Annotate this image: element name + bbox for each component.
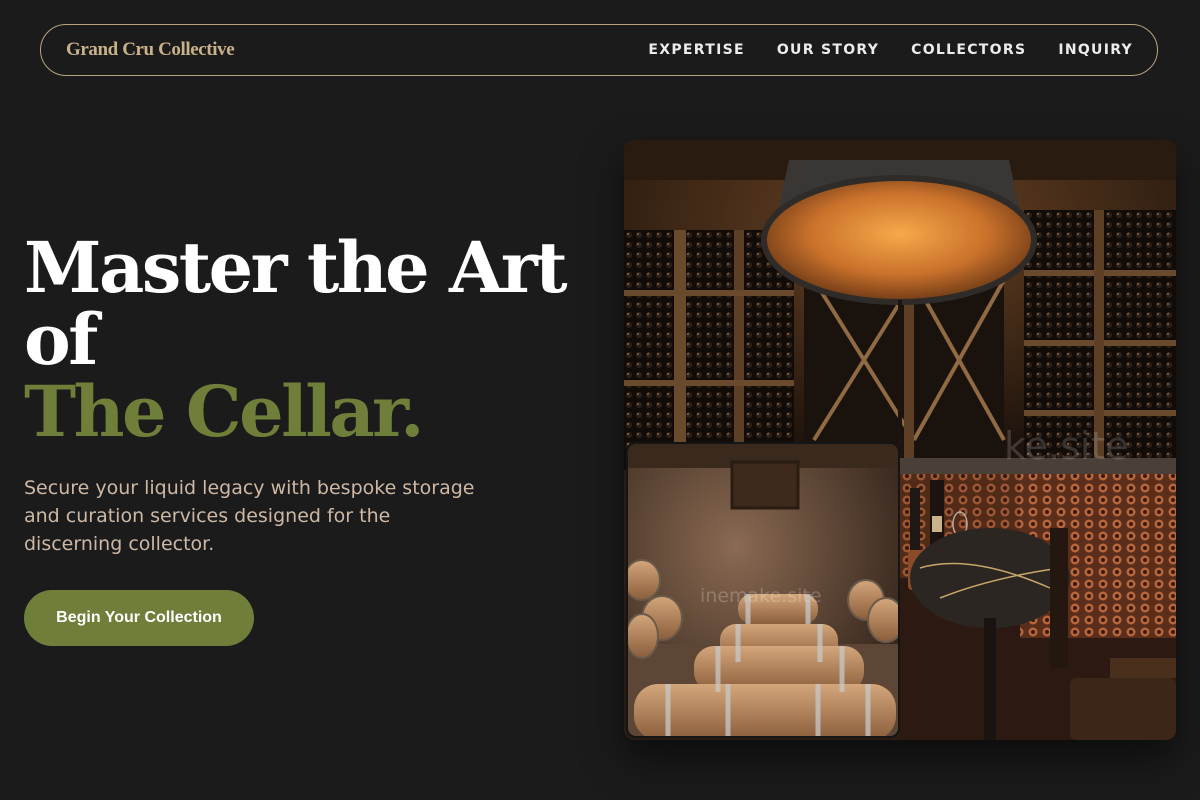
brand-logo[interactable]: Grand Cru Collective [66, 39, 235, 61]
headline-line-1: Master the Art [24, 226, 568, 309]
wine-cellar-lamp-photo [624, 140, 1176, 470]
top-navigation: Grand Cru Collective EXPERTISE OUR STORY… [40, 24, 1158, 76]
barrel-room-frame: inemake.site [626, 442, 900, 738]
headline-accent: The Cellar. [24, 370, 425, 453]
cellar-photo-gallery: inemake.site ke.site [624, 140, 1176, 740]
begin-collection-button[interactable]: Begin Your Collection [24, 590, 254, 646]
headline-line-2: of [24, 298, 98, 381]
barrel-watermark: inemake.site [700, 585, 822, 607]
barrel-room-photo: inemake.site [628, 444, 898, 736]
hero-description: Secure your liquid legacy with bespoke s… [24, 477, 475, 555]
tasting-lounge-photo [900, 458, 1176, 740]
nav-link-expertise[interactable]: EXPERTISE [648, 42, 744, 58]
nav-link-our-story[interactable]: OUR STORY [777, 42, 879, 58]
hero-headline: Master the Art of The Cellar. [24, 232, 568, 448]
nav-link-inquiry[interactable]: INQUIRY [1058, 42, 1133, 58]
nav-link-collectors[interactable]: COLLECTORS [911, 42, 1026, 58]
nav-links: EXPERTISE OUR STORY COLLECTORS INQUIRY [616, 42, 1133, 58]
